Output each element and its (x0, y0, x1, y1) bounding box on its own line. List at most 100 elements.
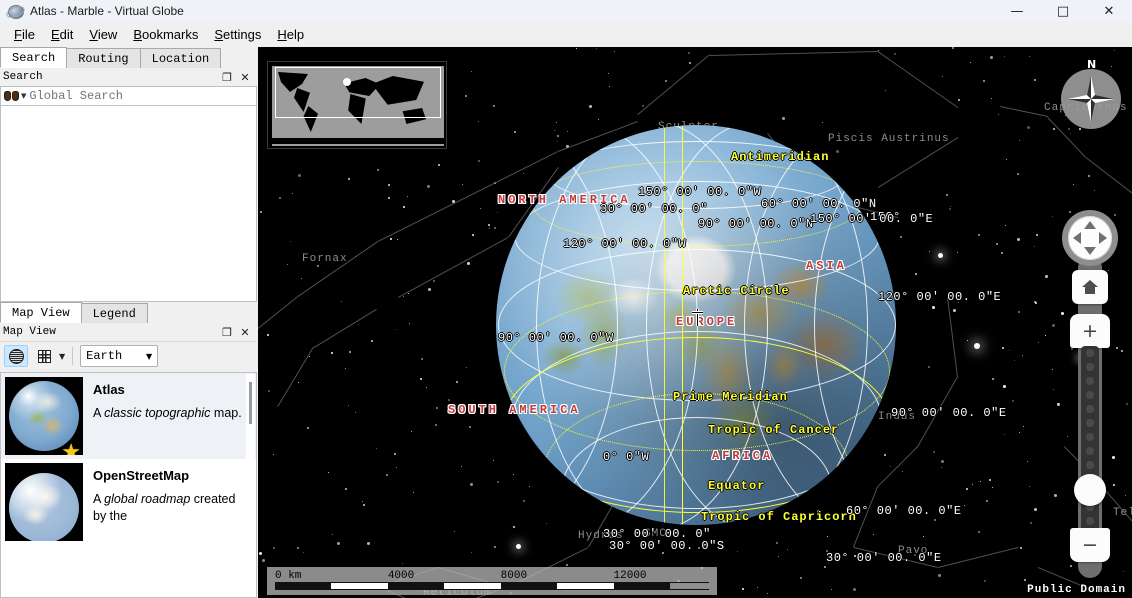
search-dock-title: Search (3, 71, 43, 83)
graticule-label: Tropic of Capricorn (701, 510, 857, 524)
coordinate-label: 60° 00′ 00. 0″N (761, 197, 877, 211)
compass-north-label: N (1087, 58, 1097, 71)
close-button[interactable]: ✕ (1086, 0, 1132, 22)
continent-label: ASIA (806, 259, 847, 273)
continent-label: EUROPE (676, 315, 738, 329)
pan-up-button[interactable] (1084, 221, 1096, 229)
home-button[interactable] (1072, 270, 1108, 304)
graticule-label: Equator (708, 479, 766, 493)
compass-rose[interactable]: N (1061, 58, 1121, 129)
coordinate-label: 90° 00′ 00. 0″W (498, 331, 614, 345)
continent-label: AFRICA (712, 449, 774, 463)
coordinate-label: 120° 00′ 00. 0″W (563, 237, 687, 251)
map-theme-name: OpenStreetMap (93, 468, 190, 483)
scale-bar: 0 km 4000 8000 12000 (267, 567, 717, 595)
constellation-label: Fornax (302, 253, 348, 265)
celestial-body-value: Earth (86, 349, 123, 363)
list-item[interactable]: OpenStreetMap A global roadmap created b… (1, 459, 256, 545)
map-canvas[interactable]: SculptorPiscis AustrinusCapricornusForna… (258, 47, 1132, 598)
coordinate-label: 30° 00′ 00. 0″ (600, 202, 708, 216)
graticule-label: Prime Meridian (673, 390, 788, 404)
scale-tick: 0 km (275, 570, 302, 582)
map-theme-description: A global roadmap created by the (93, 492, 236, 523)
minimize-button[interactable]: — (994, 0, 1040, 22)
continent-label: SOUTH AMERICA (448, 403, 581, 417)
tab-location[interactable]: Location (139, 48, 222, 68)
map-theme-list[interactable]: Atlas A classic topographic map. OpenStr… (0, 372, 257, 598)
zoom-slider[interactable] (1074, 346, 1106, 532)
search-bar[interactable]: ▼ (0, 86, 257, 106)
marble-globe-icon (4, 3, 27, 20)
home-icon (1082, 280, 1098, 294)
menu-file[interactable]: File (6, 24, 43, 45)
map-theme-name: Atlas (93, 382, 125, 397)
atlas-globe-thumbnail (5, 377, 83, 455)
search-dock-header: Search ❐ ✕ (0, 68, 257, 87)
mouse-cursor (692, 309, 703, 326)
graticule-label: Tropic of Cancer (708, 423, 840, 437)
window-title: Atlas - Marble - Virtual Globe (30, 4, 184, 18)
graticule-label: Antimeridian (731, 150, 830, 164)
menu-bookmarks[interactable]: Bookmarks (125, 24, 206, 45)
zoom-out-button[interactable]: − (1070, 528, 1110, 562)
map-attribution: Public Domain (1027, 584, 1126, 596)
scale-tick: 12000 (613, 570, 647, 582)
navigation-widget[interactable]: + − (1062, 210, 1118, 590)
grid-icon (37, 349, 51, 363)
map-view-toolbar: ▼ Earth ▼ (0, 342, 257, 370)
map-list-scrollbar[interactable] (246, 374, 255, 596)
maximize-button[interactable]: □ (1040, 0, 1086, 22)
coordinate-label: 150° 00′ 00. 0″E (810, 212, 934, 226)
pan-control[interactable] (1062, 210, 1118, 266)
projection-globe-button[interactable] (4, 345, 28, 367)
coordinate-label: 90° 00′ 00. 0″E (891, 406, 1007, 420)
mapview-dock-float-button[interactable]: ❐ (221, 326, 233, 338)
mapview-tab-bar: Map View Legend (0, 302, 257, 324)
marble-application-window: Atlas - Marble - Virtual Globe — □ ✕ Fil… (0, 0, 1132, 598)
world-overview-minimap[interactable] (267, 61, 447, 149)
zoom-in-button[interactable]: + (1070, 314, 1110, 348)
celestial-body-combo[interactable]: Earth ▼ (80, 345, 159, 367)
search-dock-close-button[interactable]: ✕ (239, 71, 251, 83)
menu-edit[interactable]: Edit (43, 24, 81, 45)
tab-map-view[interactable]: Map View (0, 302, 82, 323)
tab-legend[interactable]: Legend (80, 303, 148, 323)
coordinate-label: 150° 00′ 00. 0″W (638, 185, 762, 199)
left-dock-panel: Search Routing Location Search ❐ ✕ ▼ Map… (0, 47, 257, 598)
binoculars-icon (4, 90, 20, 102)
tab-routing[interactable]: Routing (66, 48, 141, 68)
coordinate-label: 0° 0″W (603, 450, 650, 464)
coordinate-label: 90° 00′ 00. 0″N (698, 217, 814, 231)
toolbar-separator (72, 347, 74, 365)
pan-left-button[interactable] (1073, 232, 1081, 244)
map-theme-description: A classic topographic map. (93, 406, 242, 420)
graticule-label: Arctic Circle (683, 284, 790, 298)
zoom-slider-handle[interactable] (1074, 474, 1106, 506)
menu-view[interactable]: View (81, 24, 125, 45)
search-dock-float-button[interactable]: ❐ (221, 71, 233, 83)
tab-search[interactable]: Search (0, 47, 68, 68)
scale-tick: 4000 (387, 570, 415, 582)
list-item[interactable]: Atlas A classic topographic map. (1, 373, 256, 459)
pan-down-button[interactable] (1084, 247, 1096, 255)
compass-rose-icon (1068, 76, 1114, 122)
globe-projection-icon (8, 348, 24, 364)
search-results-area[interactable] (0, 106, 257, 302)
grid-caret-icon[interactable]: ▼ (59, 352, 65, 361)
coordinate-label: 30° 00′ 00. 0″S (609, 539, 725, 553)
search-scope-caret-icon[interactable]: ▼ (21, 92, 26, 100)
menu-help[interactable]: Help (269, 24, 312, 45)
map-view-dock: Map View Legend Map View ❐ ✕ ▼ Earth ▼ A… (0, 302, 257, 598)
title-bar: Atlas - Marble - Virtual Globe — □ ✕ (0, 0, 1132, 23)
osm-globe-thumbnail (5, 463, 83, 541)
menu-settings[interactable]: Settings (206, 24, 269, 45)
scale-bar-graphic (275, 582, 709, 590)
mapview-dock-close-button[interactable]: ✕ (239, 326, 251, 338)
mapview-dock-header: Map View ❐ ✕ (0, 323, 257, 342)
coordinate-label: 60° 00′ 00. 0″E (846, 504, 962, 518)
mapview-dock-title: Map View (3, 326, 56, 338)
grid-button[interactable] (32, 345, 56, 367)
pan-right-button[interactable] (1099, 232, 1107, 244)
search-input[interactable] (29, 89, 256, 103)
coordinate-label: 120° 00′ 00. 0″E (878, 290, 1002, 304)
